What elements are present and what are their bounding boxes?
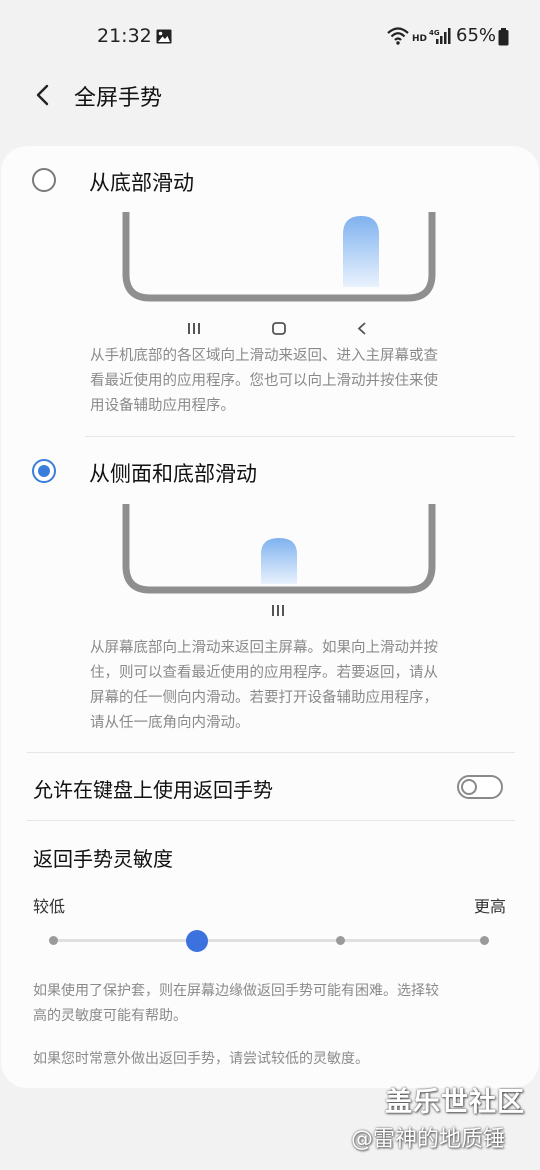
sensitivity-low-label: 较低 [33, 897, 66, 916]
app-header: 全屏手势 [0, 72, 540, 120]
svg-text:4G: 4G [429, 29, 440, 37]
recents-nav-icon [272, 605, 284, 616]
page-title: 全屏手势 [74, 86, 163, 111]
side-bottom-swipe-illustration [122, 504, 436, 616]
recents-nav-icon [188, 323, 200, 334]
sensitivity-note: 如果使用了保护套，则在屏幕边缘做返回手势可能有困难。选择较 高的灵敏度可能有帮助… [33, 983, 439, 1024]
wifi-icon [387, 27, 409, 45]
hd-4g-signal-icon: HD 4G [412, 28, 451, 44]
status-bar: 21:32 HD 4G 65% [0, 0, 540, 72]
back-nav-icon [357, 322, 366, 335]
slider-tick [49, 936, 58, 945]
sensitivity-note: 如果您时常意外做出返回手势，请尝试较低的灵敏度。 [33, 1051, 369, 1067]
watermark-community: 盖乐世社区 [385, 1087, 525, 1118]
status-time: 21:32 [97, 25, 152, 47]
toggle-knob [461, 779, 477, 795]
divider [27, 820, 515, 821]
option-label: 从侧面和底部滑动 [89, 462, 257, 486]
divider [27, 752, 515, 753]
bottom-swipe-illustration [122, 212, 436, 335]
battery-icon [498, 28, 509, 46]
option-description: 从手机底部的各区域向上滑动来返回、进入主屏幕或查 看最近使用的应用程序。您也可以… [90, 348, 438, 414]
option-description: 从屏幕底部向上滑动来返回主屏幕。如果向上滑动并按 住，则可以查看最近使用的应用程… [90, 640, 438, 731]
slider-tick [480, 936, 489, 945]
image-icon [156, 29, 172, 44]
slider-thumb[interactable] [186, 930, 208, 952]
settings-card: 从底部滑动 从手机底部的各区域向上滑动来返回、进入主屏幕或查 看最近使用的应用程… [1, 146, 539, 1088]
divider [85, 436, 515, 437]
option-label: 从底部滑动 [89, 171, 194, 195]
home-nav-icon [272, 322, 286, 335]
back-arrow-icon[interactable] [30, 80, 60, 110]
sensitivity-slider[interactable] [49, 930, 489, 952]
keyboard-back-gesture-toggle[interactable] [457, 775, 503, 799]
watermark-author: @雷神的地质锤 [351, 1127, 506, 1152]
sensitivity-title: 返回手势灵敏度 [33, 847, 173, 871]
radio-side-bottom-swipe[interactable] [32, 459, 56, 483]
keyboard-back-gesture-label: 允许在键盘上使用返回手势 [33, 778, 273, 802]
svg-text:HD: HD [412, 34, 427, 44]
slider-track [49, 939, 489, 942]
sensitivity-high-label: 更高 [474, 897, 507, 916]
slider-tick [336, 936, 345, 945]
radio-bottom-swipe[interactable] [32, 168, 56, 192]
battery-percent: 65% [456, 25, 497, 46]
